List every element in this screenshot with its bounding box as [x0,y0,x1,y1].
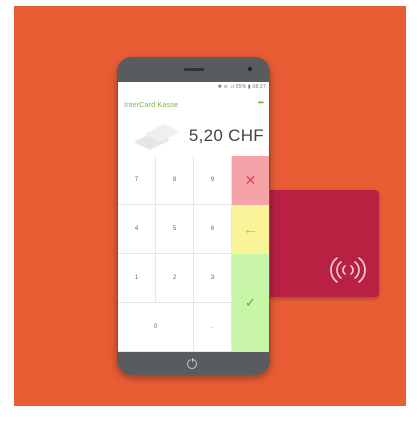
phone-speaker [184,68,204,71]
app-title: InterCard Kasse [124,100,179,109]
key-9[interactable]: 9 [194,156,232,205]
more-dots-icon[interactable]: ••• [258,98,264,107]
cancel-button[interactable]: ✕ [232,156,269,205]
status-bar: ✱ ≋ .ıl 55% ▮ 08:27 [217,84,266,90]
card-watermark-icon [134,124,180,150]
backspace-button[interactable]: ← [232,205,269,254]
key-7[interactable]: 7 [118,156,156,205]
keypad: 7 8 9 ✕ 4 5 6 ← 1 2 3 ✓ 0 . [118,156,269,352]
nfc-contactless-icon [330,257,366,283]
amount-display: 5,20 CHF [118,118,269,156]
background: ✱ ≋ .ıl 55% ▮ 08:27 InterCard Kasse ••• … [14,6,406,406]
amount-value: 5,20 CHF [188,126,264,145]
key-1[interactable]: 1 [118,254,156,303]
smartphone: ✱ ≋ .ıl 55% ▮ 08:27 InterCard Kasse ••• … [117,57,270,375]
app-bar: InterCard Kasse ••• [124,98,264,112]
power-icon[interactable] [187,358,197,369]
confirm-button[interactable]: ✓ [232,254,269,352]
key-6[interactable]: 6 [194,205,232,254]
phone-camera [248,67,252,71]
key-8[interactable]: 8 [156,156,194,205]
phone-screen: ✱ ≋ .ıl 55% ▮ 08:27 InterCard Kasse ••• … [118,82,269,352]
key-0[interactable]: 0 [118,303,194,352]
key-3[interactable]: 3 [194,254,232,303]
key-decimal[interactable]: . [194,303,232,352]
key-2[interactable]: 2 [156,254,194,303]
key-5[interactable]: 5 [156,205,194,254]
payment-card [266,190,379,297]
key-4[interactable]: 4 [118,205,156,254]
